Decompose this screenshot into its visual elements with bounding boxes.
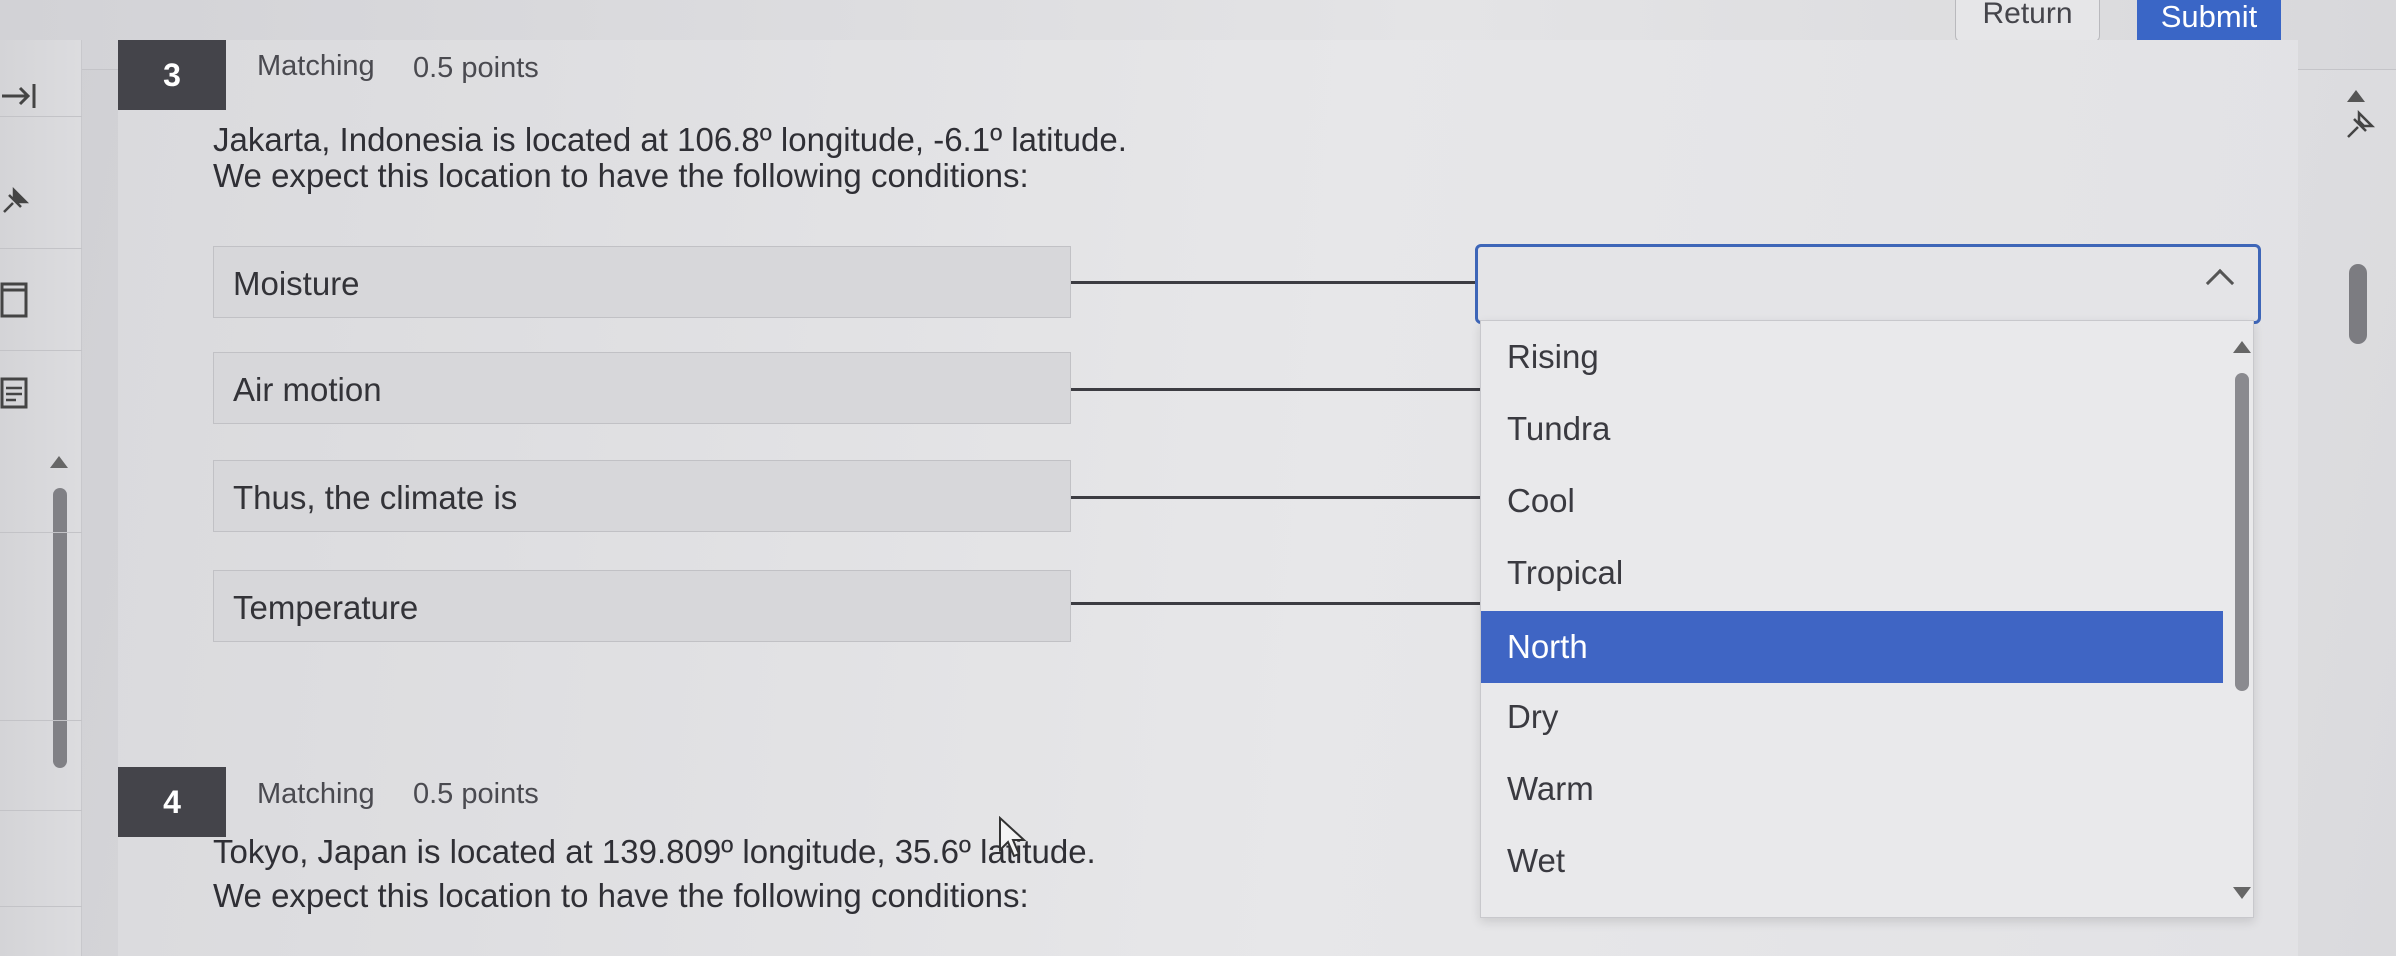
collapse-right-icon[interactable] bbox=[0, 80, 50, 120]
rail-divider bbox=[0, 810, 82, 811]
dropdown-option[interactable]: Cool bbox=[1481, 465, 2223, 537]
match-prompt-moisture: Moisture bbox=[213, 246, 1071, 318]
dropdown-scrollbar-thumb[interactable] bbox=[2235, 373, 2249, 691]
dropdown-option[interactable]: Tropical bbox=[1481, 537, 2223, 609]
match-prompt-air-motion: Air motion bbox=[213, 352, 1071, 424]
rail-scrollbar-thumb[interactable] bbox=[53, 488, 67, 768]
return-button[interactable]: Return bbox=[1955, 0, 2100, 42]
connector-line bbox=[1071, 496, 1481, 499]
dropdown-option[interactable]: Tundra bbox=[1481, 393, 2223, 465]
dropdown-option-highlighted[interactable]: North bbox=[1481, 611, 2223, 683]
question-type-3: Matching bbox=[257, 50, 375, 82]
match-prompt-temperature: Temperature bbox=[213, 570, 1071, 642]
page-scrollbar-thumb[interactable] bbox=[2349, 264, 2367, 344]
rail-divider bbox=[0, 906, 82, 907]
rail-scroll-up-arrow[interactable] bbox=[50, 456, 68, 468]
pin-icon[interactable] bbox=[2343, 108, 2377, 150]
question-text-line2: We expect this location to have the foll… bbox=[213, 157, 1029, 194]
match-prompt-climate: Thus, the climate is bbox=[213, 460, 1071, 532]
rail-divider bbox=[0, 116, 82, 117]
question-type-4: Matching bbox=[257, 778, 375, 810]
dropdown-option[interactable]: Warm bbox=[1481, 753, 2223, 825]
rail-divider bbox=[0, 720, 82, 721]
card-icon[interactable] bbox=[0, 280, 50, 328]
answer-dropdown-list: Rising Tundra Cool Tropical North Dry Wa… bbox=[1480, 320, 2254, 918]
question-number-3: 3 bbox=[118, 40, 226, 110]
rail-divider bbox=[0, 532, 82, 533]
dropdown-option[interactable]: Wet bbox=[1481, 825, 2223, 897]
question-points-3: 0.5 points bbox=[413, 52, 539, 84]
chevron-up-icon[interactable] bbox=[2205, 268, 2235, 298]
connector-line bbox=[1071, 388, 1481, 391]
dropdown-option[interactable]: Rising bbox=[1481, 321, 2223, 393]
connector-line bbox=[1071, 281, 1477, 284]
mouse-cursor-icon bbox=[998, 815, 1028, 865]
rail-divider bbox=[0, 350, 82, 351]
dropdown-option[interactable]: Dry bbox=[1481, 681, 2223, 753]
pin-icon[interactable] bbox=[0, 186, 50, 224]
list-icon[interactable] bbox=[0, 376, 50, 418]
question-points-4: 0.5 points bbox=[413, 778, 539, 810]
dropdown-scroll-up-arrow[interactable] bbox=[2233, 341, 2251, 353]
page-scroll-up-arrow[interactable] bbox=[2347, 90, 2365, 102]
question4-text-line2: We expect this location to have the foll… bbox=[213, 877, 1029, 914]
answer-select-moisture[interactable] bbox=[1475, 244, 2261, 324]
question-text-line1: Jakarta, Indonesia is located at 106.8º … bbox=[213, 121, 1127, 158]
rail-divider bbox=[0, 248, 82, 249]
screen: Return Submit 3 Matching 0.5 points Jaka… bbox=[0, 0, 2396, 956]
connector-line bbox=[1071, 602, 1481, 605]
question4-text-line1: Tokyo, Japan is located at 139.809º long… bbox=[213, 833, 1096, 870]
dropdown-scroll-down-arrow[interactable] bbox=[2233, 887, 2251, 899]
left-rail bbox=[0, 40, 82, 956]
question-number-4: 4 bbox=[118, 767, 226, 837]
